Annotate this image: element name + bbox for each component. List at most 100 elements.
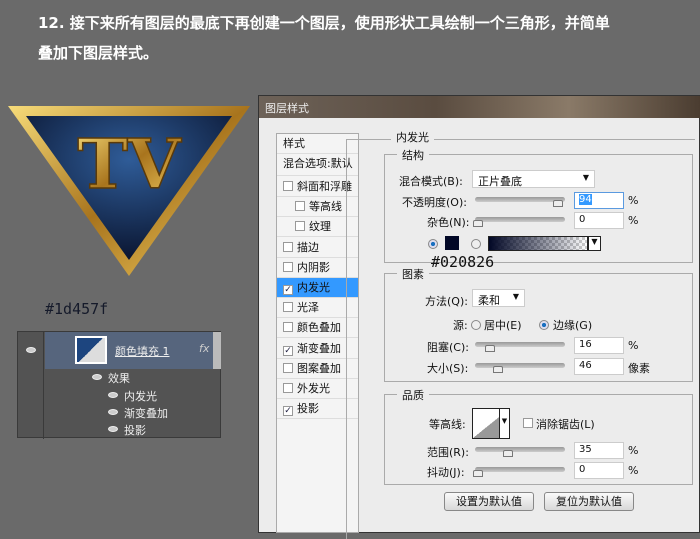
- layer-thumbnail: [75, 336, 107, 364]
- style-checkbox[interactable]: ✓: [283, 345, 293, 356]
- blend-mode-select[interactable]: 正片叠底 ▼: [472, 170, 595, 188]
- gradient-picker[interactable]: [488, 236, 588, 251]
- jitter-input[interactable]: 0: [574, 462, 624, 479]
- eye-icon[interactable]: [92, 374, 102, 380]
- opacity-input[interactable]: 94: [574, 192, 624, 209]
- set-default-button[interactable]: 设置为默认值: [444, 492, 534, 511]
- reset-default-button[interactable]: 复位为默认值: [544, 492, 634, 511]
- structure-title: 结构: [397, 147, 429, 163]
- eye-icon[interactable]: [108, 392, 118, 398]
- style-checkbox[interactable]: [283, 261, 293, 272]
- color-radio[interactable]: [428, 239, 438, 249]
- size-value: 46: [579, 360, 592, 371]
- dialog-title: 图层样式: [259, 96, 700, 118]
- antialias-label: 消除锯齿(L): [536, 418, 595, 431]
- contour-picker[interactable]: ▼: [472, 408, 510, 439]
- glow-color-swatch[interactable]: [445, 236, 459, 250]
- layer-row[interactable]: 颜色填充 1 fx: [45, 332, 213, 369]
- layer-name[interactable]: 颜色填充 1: [115, 343, 170, 359]
- center-label: 居中(E): [484, 319, 522, 332]
- style-label: 等高线: [309, 200, 342, 214]
- center-radio[interactable]: [471, 320, 481, 330]
- style-label: 投影: [297, 402, 319, 416]
- style-label: 内发光: [297, 281, 330, 294]
- method-value: 柔和: [478, 294, 500, 307]
- chevron-down-icon: ▼: [499, 409, 509, 438]
- source-label: 源:: [453, 319, 468, 332]
- style-label: 光泽: [297, 301, 319, 315]
- range-input[interactable]: 35: [574, 442, 624, 459]
- blend-mode-value: 正片叠底: [478, 175, 522, 188]
- jitter-label: 抖动(J):: [427, 466, 465, 479]
- effect-item: 渐变叠加: [124, 407, 168, 420]
- elements-title: 图素: [397, 266, 429, 282]
- percent: %: [628, 194, 639, 207]
- blend-mode-label: 混合模式(B):: [399, 175, 463, 188]
- style-checkbox[interactable]: [283, 302, 293, 313]
- edge-label: 边缘(G): [553, 319, 593, 332]
- noise-input[interactable]: 0: [574, 212, 624, 229]
- antialias-checkbox[interactable]: [523, 418, 533, 428]
- jitter-value: 0: [579, 464, 586, 475]
- method-select[interactable]: 柔和 ▼: [472, 289, 525, 307]
- chevron-down-icon: ▼: [512, 292, 519, 301]
- choke-input[interactable]: 16: [574, 337, 624, 354]
- contour-label: 等高线:: [429, 418, 466, 431]
- glow-color-annotation: #020826: [431, 253, 495, 271]
- noise-slider[interactable]: [473, 217, 565, 227]
- panel-title: 内发光: [391, 129, 434, 145]
- scrollbar[interactable]: [213, 332, 221, 369]
- style-checkbox[interactable]: ✓: [283, 406, 293, 417]
- style-checkbox[interactable]: [295, 201, 305, 212]
- size-input[interactable]: 46: [574, 358, 624, 375]
- eye-icon[interactable]: [108, 426, 118, 432]
- range-slider[interactable]: [475, 447, 565, 457]
- noise-label: 杂色(N):: [427, 216, 470, 229]
- style-checkbox[interactable]: [295, 221, 305, 232]
- effect-item: 投影: [124, 424, 146, 437]
- style-checkbox[interactable]: [283, 241, 293, 252]
- eye-icon[interactable]: [108, 409, 118, 415]
- chevron-down-icon: ▼: [582, 173, 589, 182]
- style-label: 纹理: [309, 220, 331, 234]
- choke-slider[interactable]: [475, 342, 565, 352]
- style-label: 图案叠加: [297, 361, 341, 375]
- effect-item: 内发光: [124, 390, 157, 403]
- style-checkbox[interactable]: [283, 322, 293, 333]
- edge-radio[interactable]: [539, 320, 549, 330]
- chevron-down-icon[interactable]: ▼: [588, 236, 601, 251]
- opacity-label: 不透明度(O):: [402, 196, 467, 209]
- size-slider[interactable]: [475, 363, 565, 373]
- range-value: 35: [579, 444, 592, 455]
- gradient-radio[interactable]: [471, 239, 481, 249]
- style-label: 斜面和浮雕: [297, 180, 352, 193]
- percent: %: [628, 464, 639, 477]
- style-label: 外发光: [297, 382, 330, 395]
- eye-icon[interactable]: [26, 347, 36, 353]
- style-label: 渐变叠加: [297, 341, 341, 355]
- opacity-slider[interactable]: [475, 197, 565, 207]
- style-checkbox[interactable]: [283, 383, 293, 393]
- fx-icon[interactable]: fx: [199, 342, 209, 355]
- percent: %: [628, 339, 639, 352]
- intro-line-2: 叠加下图层样式。: [38, 44, 159, 62]
- quality-title: 品质: [397, 387, 429, 403]
- layer-style-dialog: 图层样式 样式 混合选项:默认 斜面和浮雕 等高线 纹理 描边 内阴影 ✓ 内发光 光泽 颜色叠…: [258, 95, 700, 539]
- effects-label: 效果: [108, 372, 130, 385]
- style-label: 内阴影: [297, 260, 330, 274]
- jitter-slider[interactable]: [473, 467, 565, 477]
- logo-text: TV: [77, 125, 182, 205]
- intro-line-1: 12. 接下来所有图层的最底下再创建一个图层，使用形状工具绘制一个三角形，并简单: [38, 14, 610, 32]
- choke-label: 阻塞(C):: [427, 341, 469, 354]
- method-label: 方法(Q):: [425, 295, 468, 308]
- style-checkbox[interactable]: [283, 362, 293, 373]
- style-checkbox[interactable]: [283, 181, 293, 191]
- tv-logo: TV: [8, 106, 250, 276]
- percent: %: [628, 214, 639, 227]
- opacity-value: 94: [579, 194, 592, 205]
- range-label: 范围(R):: [427, 446, 469, 459]
- noise-value: 0: [579, 214, 586, 225]
- percent: %: [628, 444, 639, 457]
- style-checkbox[interactable]: ✓: [283, 285, 293, 295]
- layers-panel: 颜色填充 1 fx 效果 内发光 渐变叠加 投影: [17, 331, 221, 439]
